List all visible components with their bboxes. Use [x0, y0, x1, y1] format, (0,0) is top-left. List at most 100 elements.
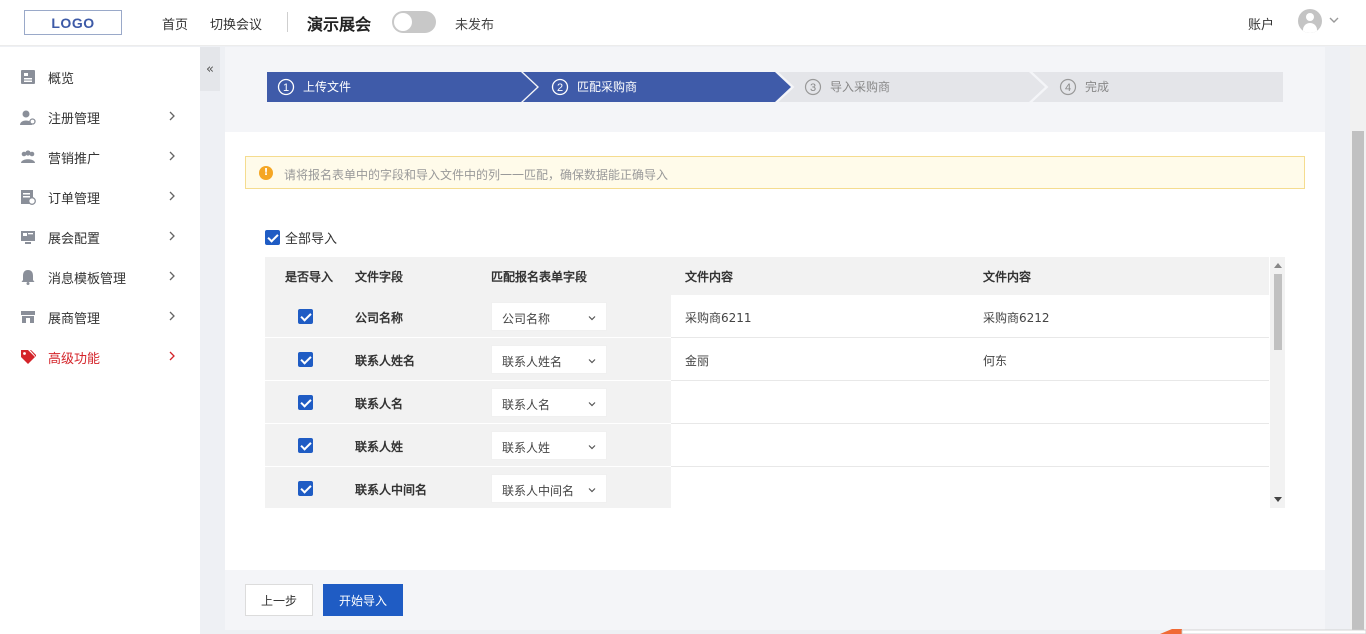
field-mapping-table: 是否导入 文件字段 匹配报名表单字段 文件内容 文件内容 公司名称 公司名称 采… — [265, 257, 1285, 508]
account-menu[interactable]: 账户 — [1248, 14, 1274, 33]
step-3-label: 导入采购商 — [830, 79, 890, 94]
sidebar-item-message-templates[interactable]: 消息模板管理 — [0, 257, 200, 297]
user-register-icon — [20, 110, 36, 125]
header-divider — [287, 12, 288, 32]
logo[interactable]: LOGO — [24, 10, 122, 35]
header-match-field: 匹配报名表单字段 — [491, 270, 588, 284]
table-row: 联系人名 联系人名 — [265, 381, 1269, 424]
match-field-select[interactable]: 联系人名 — [491, 388, 607, 417]
scroll-down-arrow[interactable] — [1274, 497, 1282, 502]
sidebar-item-label: 高级功能 — [48, 352, 101, 367]
top-header: LOGO 首页 切换会议 演示展会 未发布 账户 — [0, 0, 1366, 46]
match-field-select[interactable]: 公司名称 — [491, 302, 607, 331]
chevron-down-icon — [588, 488, 596, 493]
scroll-up-arrow[interactable] — [1274, 263, 1282, 268]
step-1-number: 1 — [283, 82, 289, 94]
step-4-number: 4 — [1065, 82, 1071, 94]
prev-step-button[interactable]: 上一步 — [245, 584, 313, 616]
select-value: 联系人名 — [502, 398, 551, 412]
publish-toggle[interactable] — [392, 11, 436, 33]
match-field-select[interactable]: 联系人中间名 — [491, 474, 607, 503]
event-title: 演示展会 — [307, 15, 372, 34]
row-import-checkbox[interactable] — [298, 481, 313, 496]
row-import-checkbox[interactable] — [298, 395, 313, 410]
step-2-number: 2 — [557, 82, 563, 94]
step-3-number: 3 — [810, 82, 816, 94]
file-content-2: 何东 — [983, 354, 1008, 368]
page-scrollbar[interactable] — [1350, 47, 1366, 634]
nav-home-link[interactable]: 首页 — [162, 14, 188, 33]
header-file-content-2: 文件内容 — [983, 270, 1032, 284]
step-2: 2 匹配采购商 — [523, 72, 791, 102]
step-4-label: 完成 — [1085, 79, 1109, 94]
step-1: 1 上传文件 — [267, 72, 537, 102]
select-all-checkbox[interactable] — [265, 229, 280, 245]
sidebar-item-config[interactable]: 展会配置 — [0, 217, 200, 257]
sidebar-item-label: 营销推广 — [48, 152, 101, 167]
file-field: 联系人名 — [355, 397, 404, 411]
step-1-label: 上传文件 — [303, 79, 351, 94]
warning-icon: ! — [259, 166, 273, 180]
select-value: 联系人姓名 — [502, 355, 563, 369]
table-row: 联系人姓 联系人姓 — [265, 424, 1269, 467]
sidebar: 概览 注册管理 营销推广 订单管理 展会配置 消息模板管理 展商管理 高级功能 — [0, 47, 200, 634]
steps-bar: 1 上传文件 2 匹配采购商 3 导入采购商 4 完成 — [225, 47, 1325, 132]
publish-status: 未发布 — [455, 18, 495, 33]
row-import-checkbox[interactable] — [298, 309, 313, 324]
sidebar-item-register[interactable]: 注册管理 — [0, 97, 200, 137]
file-field: 联系人姓 — [355, 440, 404, 454]
sidebar-item-label: 消息模板管理 — [48, 272, 127, 287]
table-row: 公司名称 公司名称 采购商6211 采购商6212 — [265, 295, 1269, 338]
sidebar-item-overview[interactable]: 概览 — [0, 57, 200, 97]
sidebar-item-label: 展商管理 — [48, 312, 101, 327]
select-value: 公司名称 — [502, 312, 551, 326]
page-scrollbar-thumb[interactable] — [1352, 131, 1364, 631]
sidebar-item-marketing[interactable]: 营销推广 — [0, 137, 200, 177]
file-field: 联系人姓名 — [355, 354, 416, 368]
sidebar-item-advanced[interactable]: 高级功能 — [0, 337, 200, 377]
row-import-checkbox[interactable] — [298, 438, 313, 453]
exhibitor-icon — [21, 311, 35, 323]
select-value: 联系人姓 — [502, 441, 551, 455]
scrollbar-thumb[interactable] — [1274, 274, 1282, 350]
chevron-right-icon — [169, 271, 175, 281]
avatar[interactable] — [1298, 9, 1322, 33]
match-field-select[interactable]: 联系人姓 — [491, 431, 607, 460]
row-import-checkbox[interactable] — [298, 352, 313, 367]
collapse-sidebar-button[interactable]: « — [200, 47, 220, 91]
file-field: 公司名称 — [355, 311, 404, 325]
tag-icon — [21, 350, 36, 364]
file-content-1: 金丽 — [685, 354, 710, 368]
step-progress: 1 上传文件 2 匹配采购商 3 导入采购商 4 完成 — [267, 71, 1283, 103]
sidebar-item-label: 展会配置 — [48, 232, 101, 247]
chevron-right-icon — [169, 111, 175, 121]
chevron-right-icon — [169, 351, 175, 361]
sidebar-item-label: 注册管理 — [48, 112, 101, 127]
table-scrollbar[interactable] — [1270, 257, 1285, 508]
file-content-2: 采购商6212 — [983, 311, 1050, 325]
header-import: 是否导入 — [285, 270, 334, 284]
chevron-down-icon — [588, 402, 596, 407]
bell-icon — [21, 270, 35, 285]
table-row: 联系人中间名 联系人中间名 — [265, 467, 1269, 508]
bottom-edge-widget — [1160, 629, 1366, 634]
select-all-import[interactable]: 全部导入 — [265, 228, 337, 247]
overview-icon — [21, 70, 35, 84]
sidebar-item-label: 概览 — [48, 72, 75, 87]
chevron-down-icon[interactable] — [1327, 13, 1341, 27]
table-header: 是否导入 文件字段 匹配报名表单字段 文件内容 文件内容 — [265, 257, 1269, 295]
sidebar-item-orders[interactable]: 订单管理 — [0, 177, 200, 217]
notice-text: 请将报名表单中的字段和导入文件中的列一一匹配，确保数据能正确导入 — [284, 168, 669, 182]
chevron-right-icon — [169, 231, 175, 241]
select-value: 联系人中间名 — [502, 484, 575, 498]
step-2-label: 匹配采购商 — [577, 79, 637, 94]
header-file-field: 文件字段 — [355, 270, 404, 284]
file-field: 联系人中间名 — [355, 483, 428, 497]
start-import-button[interactable]: 开始导入 — [323, 584, 403, 616]
sidebar-item-exhibitors[interactable]: 展商管理 — [0, 297, 200, 337]
match-field-select[interactable]: 联系人姓名 — [491, 345, 607, 374]
file-content-1: 采购商6211 — [685, 311, 752, 325]
table-row: 联系人姓名 联系人姓名 金丽 何东 — [265, 338, 1269, 381]
chevron-right-icon — [169, 191, 175, 201]
nav-switch-meeting-link[interactable]: 切换会议 — [210, 14, 262, 33]
